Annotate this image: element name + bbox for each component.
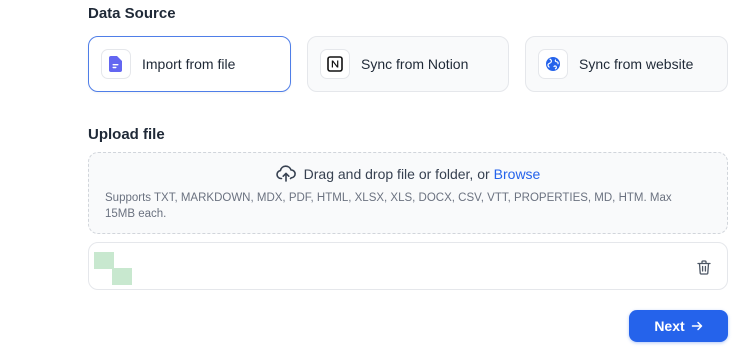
data-source-title: Data Source xyxy=(88,5,176,22)
globe-icon-box xyxy=(538,49,568,79)
next-button[interactable]: Next xyxy=(629,310,728,342)
browse-link[interactable]: Browse xyxy=(494,166,541,182)
source-option-notion[interactable]: Sync from Notion xyxy=(307,36,509,92)
trash-icon xyxy=(697,259,711,275)
next-button-label: Next xyxy=(654,318,685,334)
supported-formats-text: Supports TXT, MARKDOWN, MDX, PDF, HTML, … xyxy=(105,192,672,220)
notion-icon xyxy=(327,56,343,72)
uploaded-file-item xyxy=(88,242,728,290)
source-option-import-file[interactable]: Import from file xyxy=(88,36,291,92)
dropzone-prompt: Drag and drop file or folder, or Browse xyxy=(89,165,727,182)
delete-file-button[interactable] xyxy=(695,258,713,276)
globe-icon xyxy=(546,57,560,71)
source-option-label: Sync from website xyxy=(579,56,694,72)
file-thumbnail-block xyxy=(112,268,132,285)
file-dropzone[interactable]: Drag and drop file or folder, or Browse … xyxy=(88,152,728,234)
upload-cloud-icon xyxy=(275,165,296,182)
notion-icon-box xyxy=(320,49,350,79)
drop-instruction-text: Drag and drop file or folder, or xyxy=(303,165,490,182)
file-doc-icon xyxy=(109,56,122,72)
source-option-label: Import from file xyxy=(142,56,236,72)
arrow-right-icon xyxy=(691,320,703,332)
file-thumbnail-block xyxy=(94,252,114,269)
file-doc-icon-box xyxy=(101,49,131,79)
source-option-label: Sync from Notion xyxy=(361,56,469,72)
upload-file-title: Upload file xyxy=(88,126,165,143)
source-option-website[interactable]: Sync from website xyxy=(525,36,728,92)
